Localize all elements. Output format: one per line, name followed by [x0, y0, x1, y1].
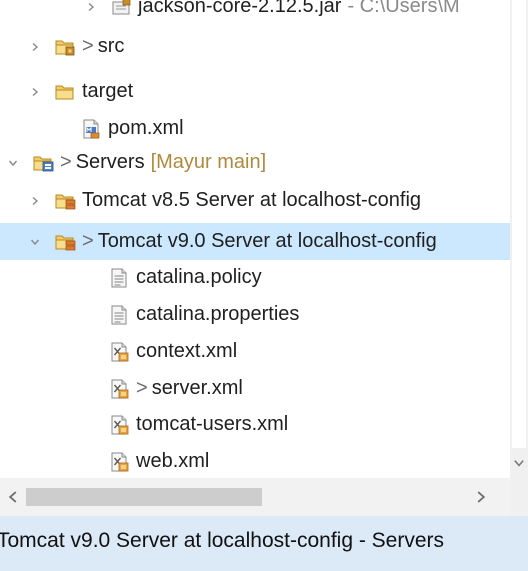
maven-file-icon	[80, 118, 102, 140]
tree-item-label: catalina.properties	[136, 303, 300, 325]
project-explorer-tree[interactable]: jackson-core-2.12.5.jar - C:\Users\M > s…	[0, 0, 510, 478]
server-folder-icon	[54, 231, 76, 253]
dirty-prefix: >	[82, 35, 94, 57]
tree-item-context-xml[interactable]: context.xml	[0, 333, 510, 370]
tree-item-label: Tomcat v9.0 Server at localhost-config	[97, 230, 437, 252]
tree-item-location: - C:\Users\M	[347, 0, 460, 17]
vertical-scrollbar[interactable]	[510, 0, 528, 478]
xml-file-icon	[108, 341, 130, 363]
tree-item-catalina-properties[interactable]: catalina.properties	[0, 296, 510, 333]
xml-file-icon	[108, 451, 130, 473]
tree-item-tomcat-users-xml[interactable]: tomcat-users.xml	[0, 406, 510, 443]
xml-file-icon	[108, 378, 130, 400]
tree-item-tomcat-v90[interactable]: > Tomcat v9.0 Server at localhost-config	[0, 223, 510, 260]
jar-icon	[110, 0, 132, 18]
dirty-prefix: >	[82, 230, 94, 252]
tree-item-label: context.xml	[136, 340, 238, 362]
dirty-prefix: >	[60, 151, 72, 173]
tree-item-target[interactable]: target	[0, 73, 510, 110]
dirty-prefix: >	[136, 377, 148, 399]
chevron-down-icon[interactable]	[26, 223, 44, 260]
repository-decoration: [Mayur main]	[150, 151, 267, 173]
scroll-left-icon[interactable]	[6, 488, 20, 506]
folder-icon	[54, 81, 76, 103]
chevron-down-icon[interactable]	[4, 144, 22, 181]
horizontal-scroll-thumb[interactable]	[26, 488, 262, 506]
tree-item-label: tomcat-users.xml	[136, 413, 289, 435]
xml-file-icon	[108, 414, 130, 436]
tree-item-label: server.xml	[151, 377, 243, 399]
scrollbar-corner	[510, 478, 528, 516]
scroll-right-icon[interactable]	[474, 488, 488, 506]
tree-item-label: Tomcat v8.5 Server at localhost-config	[82, 189, 422, 211]
chevron-right-icon[interactable]	[82, 0, 100, 25]
tree-item-tomcat-v85[interactable]: Tomcat v8.5 Server at localhost-config	[0, 182, 510, 219]
chevron-right-icon[interactable]	[26, 28, 44, 65]
text-file-icon	[108, 304, 130, 326]
tree-item-server-xml[interactable]: > server.xml	[0, 370, 510, 407]
status-bar: Tomcat v9.0 Server at localhost-config -…	[0, 516, 528, 571]
tree-item-catalina-policy[interactable]: catalina.policy	[0, 259, 510, 296]
tree-item-label: target	[82, 80, 134, 102]
scroll-down-icon[interactable]	[513, 456, 525, 470]
tree-item-label: jackson-core-2.12.5.jar	[138, 0, 342, 17]
package-folder-icon	[54, 36, 76, 58]
status-text: Tomcat v9.0 Server at localhost-config -…	[0, 529, 445, 552]
tree-item-src[interactable]: > src	[0, 28, 510, 65]
tree-item-label: src	[97, 35, 125, 57]
chevron-right-icon[interactable]	[26, 73, 44, 110]
tree-item-label: catalina.policy	[136, 266, 262, 288]
chevron-right-icon[interactable]	[26, 182, 44, 219]
vertical-scroll-thumb[interactable]	[512, 0, 526, 448]
horizontal-scrollbar[interactable]	[0, 478, 528, 516]
text-file-icon	[108, 267, 130, 289]
tree-item-label: web.xml	[136, 450, 210, 472]
tree-item-label: Servers	[75, 151, 145, 173]
tree-item-pom-xml[interactable]: pom.xml	[0, 110, 510, 147]
tree-item-web-xml[interactable]: web.xml	[0, 443, 510, 478]
tree-item-label: pom.xml	[108, 117, 184, 139]
tree-item-jackson-core-jar[interactable]: jackson-core-2.12.5.jar - C:\Users\M	[0, 0, 510, 25]
server-folder-icon	[54, 190, 76, 212]
project-folder-icon	[32, 152, 54, 174]
tree-item-servers[interactable]: > Servers [Mayur main]	[0, 144, 510, 181]
